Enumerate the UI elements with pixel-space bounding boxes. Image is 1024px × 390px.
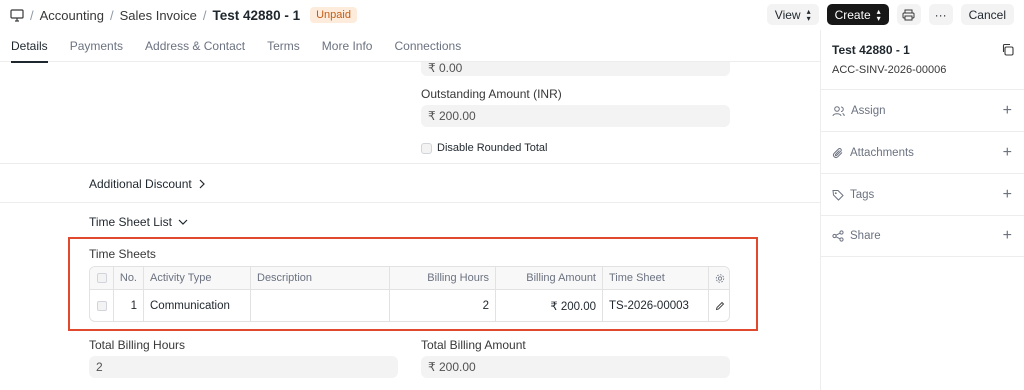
create-label: Create (834, 7, 871, 22)
sidebar-share-label: Share (850, 230, 881, 242)
total-billing-amount-field[interactable]: ₹ 200.00 (421, 356, 730, 378)
tab-payments[interactable]: Payments (59, 30, 134, 62)
total-billing-hours-field[interactable]: 2 (89, 356, 398, 378)
sidebar-share[interactable]: Share + (821, 215, 1024, 257)
tag-icon (832, 189, 844, 201)
sidebar-tags-label: Tags (850, 188, 875, 201)
top-actions: View ▴ ▾ Create ▴ ▾ ··· Cancel (766, 4, 1014, 25)
time-sheet-list-label: Time Sheet List (89, 215, 172, 229)
plus-icon[interactable]: + (1003, 186, 1012, 204)
more-button[interactable]: ··· (928, 4, 953, 25)
copy-icon[interactable] (1001, 43, 1014, 56)
row-edit-cell[interactable] (709, 290, 729, 321)
pencil-icon[interactable] (715, 301, 725, 311)
grid-header-row: No. Activity Type Description Billing Ho… (90, 267, 729, 290)
outstanding-amount-field[interactable]: ₹ 200.00 (421, 105, 730, 127)
create-button[interactable]: Create ▴ ▾ (826, 4, 889, 25)
page-title: Test 42880 - 1 (212, 7, 301, 23)
row-description[interactable] (251, 290, 390, 321)
breadcrumb-separator: / (30, 7, 34, 23)
paperclip-icon (833, 147, 843, 158)
grid-select-all-cell[interactable] (90, 267, 114, 289)
table-row[interactable]: 1 Communication 2 ₹ 200.00 TS-2026-00003 (90, 290, 729, 321)
tab-terms[interactable]: Terms (256, 30, 311, 62)
tab-connections[interactable]: Connections (383, 30, 472, 62)
total-billing-hours-value: 2 (96, 360, 103, 374)
time-sheets-grid: No. Activity Type Description Billing Ho… (89, 266, 730, 322)
view-label: View (774, 7, 801, 22)
row-billing-amount[interactable]: ₹ 200.00 (496, 290, 603, 321)
row-no: 1 (114, 290, 144, 321)
sidebar-doc-name: ACC-SINV-2026-00006 (832, 64, 947, 76)
sidebar-assign[interactable]: Assign + (821, 89, 1024, 131)
tab-more-info[interactable]: More Info (311, 30, 384, 62)
plus-icon[interactable]: + (1003, 227, 1012, 245)
sidebar-assign-label: Assign (851, 104, 886, 117)
users-icon (832, 105, 845, 116)
tab-bar: Details Payments Address & Contact Terms… (0, 30, 820, 63)
sidebar-tags[interactable]: Tags + (821, 173, 1024, 215)
chevron-down-icon (178, 219, 188, 225)
top-bar: / Accounting / Sales Invoice / Test 4288… (0, 0, 1024, 30)
paid-amount-field[interactable]: ₹ 0.00 (421, 62, 730, 76)
form-main: ₹ 0.00 Outstanding Amount (INR) ₹ 200.00… (0, 62, 820, 390)
total-billing-amount-label: Total Billing Amount (421, 338, 526, 352)
sidebar-attachments-label: Attachments (850, 146, 914, 159)
disable-rounded-total-checkbox[interactable] (421, 143, 432, 154)
grid-header-time-sheet: Time Sheet (603, 267, 709, 289)
sidebar-title: Test 42880 - 1 (832, 43, 910, 57)
row-checkbox[interactable] (96, 301, 107, 311)
section-divider (0, 202, 820, 203)
grid-header-billing-amount: Billing Amount (496, 267, 603, 289)
time-sheet-list-section[interactable]: Time Sheet List (89, 215, 188, 229)
select-all-checkbox[interactable] (96, 273, 107, 283)
breadcrumb-sales-invoice[interactable]: Sales Invoice (120, 8, 197, 23)
row-activity-type[interactable]: Communication (144, 290, 251, 321)
row-billing-hours[interactable]: 2 (390, 290, 496, 321)
row-time-sheet[interactable]: TS-2026-00003 (603, 290, 709, 321)
gear-icon[interactable] (715, 273, 725, 284)
print-button[interactable] (896, 4, 921, 25)
tab-details[interactable]: Details (0, 30, 59, 63)
section-divider (0, 163, 820, 164)
updown-chevron-icon: ▴ ▾ (806, 6, 811, 23)
row-select-cell[interactable] (90, 290, 114, 321)
plus-icon[interactable]: + (1003, 144, 1012, 162)
additional-discount-label: Additional Discount (89, 177, 192, 191)
status-badge: Unpaid (310, 7, 357, 23)
grid-settings-cell[interactable] (709, 267, 729, 289)
cancel-label: Cancel (968, 7, 1006, 22)
disable-rounded-total-label: Disable Rounded Total (437, 142, 548, 154)
total-billing-hours-label: Total Billing Hours (89, 338, 186, 352)
sidebar-attachments[interactable]: Attachments + (821, 131, 1024, 173)
sidebar: Test 42880 - 1 ACC-SINV-2026-00006 Assig… (820, 30, 1024, 390)
breadcrumb-accounting[interactable]: Accounting (40, 8, 104, 23)
breadcrumb-separator: / (202, 7, 207, 23)
share-icon (832, 230, 844, 242)
paid-amount-value: ₹ 0.00 (428, 62, 463, 75)
outstanding-amount-value: ₹ 200.00 (428, 109, 476, 123)
grid-header-billing-hours: Billing Hours (390, 267, 496, 289)
desktop-icon[interactable] (10, 8, 24, 22)
printer-icon (902, 9, 915, 20)
grid-header-no: No. (114, 267, 144, 289)
chevron-right-icon (199, 179, 205, 189)
outstanding-amount-label: Outstanding Amount (INR) (421, 87, 562, 101)
view-button[interactable]: View ▴ ▾ (766, 4, 819, 25)
more-icon: ··· (934, 7, 947, 22)
grid-header-description: Description (251, 267, 390, 289)
cancel-button[interactable]: Cancel (960, 4, 1014, 25)
updown-chevron-icon: ▴ ▾ (876, 6, 881, 23)
grid-header-activity-type: Activity Type (144, 267, 251, 289)
breadcrumb-separator: / (109, 7, 114, 23)
time-sheets-label: Time Sheets (89, 247, 156, 261)
total-billing-amount-value: ₹ 200.00 (428, 360, 476, 374)
additional-discount-section[interactable]: Additional Discount (89, 177, 205, 191)
tab-address-contact[interactable]: Address & Contact (134, 30, 256, 62)
plus-icon[interactable]: + (1003, 102, 1012, 120)
